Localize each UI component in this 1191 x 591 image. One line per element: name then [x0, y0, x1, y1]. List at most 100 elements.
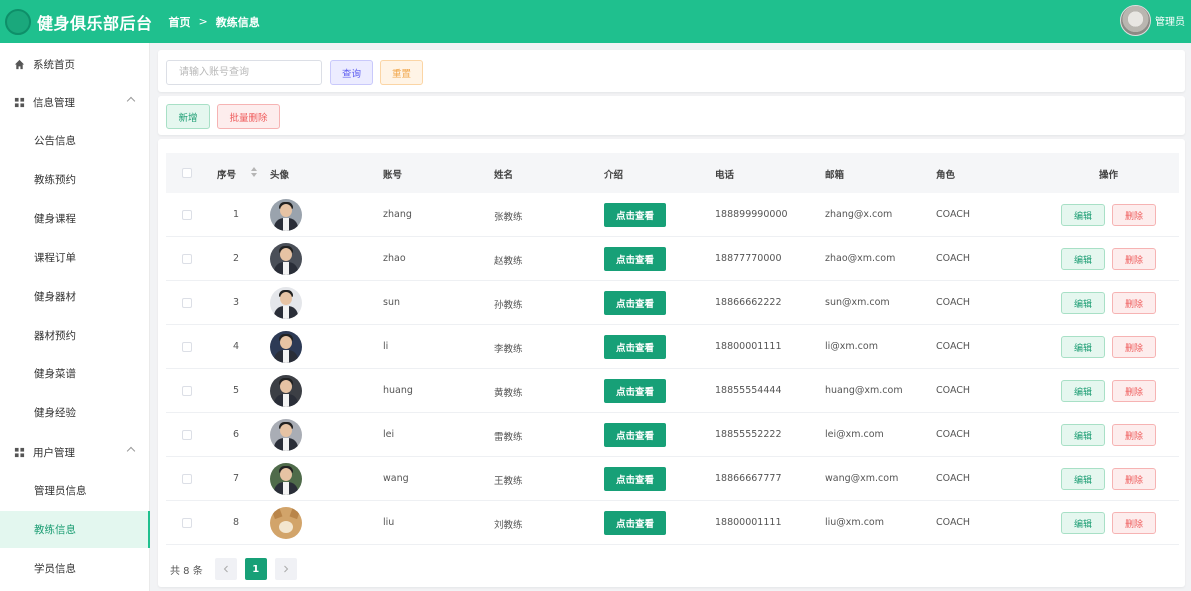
row-index: 8 [233, 517, 240, 528]
edit-button[interactable]: 编辑 [1061, 380, 1105, 402]
view-intro-button[interactable]: 点击查看 [604, 423, 666, 447]
query-button[interactable]: 查询 [330, 60, 373, 85]
table-header: 序号 头像 账号 姓名 介绍 电话 邮箱 角色 操作 [166, 153, 1179, 193]
table-row: 8 liu 刘教练 点击查看 18800001111 liu@xm.com CO… [166, 501, 1179, 545]
row-checkbox[interactable] [182, 210, 192, 220]
row-account: lei [383, 429, 395, 440]
delete-button[interactable]: 删除 [1112, 468, 1156, 490]
sidebar-item-home[interactable]: 系统首页 [0, 46, 150, 83]
delete-button[interactable]: 删除 [1112, 204, 1156, 226]
delete-button[interactable]: 删除 [1112, 380, 1156, 402]
row-email: lei@xm.com [825, 429, 884, 440]
col-index[interactable]: 序号 [217, 167, 236, 181]
edit-button[interactable]: 编辑 [1061, 468, 1105, 490]
sidebar-group-info[interactable]: 信息管理 [0, 84, 150, 121]
breadcrumb-current: 教练信息 [215, 15, 260, 29]
row-account: liu [383, 517, 395, 528]
user-menu[interactable]: 管理员 [1120, 5, 1185, 36]
edit-button[interactable]: 编辑 [1061, 204, 1105, 226]
view-intro-button[interactable]: 点击查看 [604, 335, 666, 359]
row-checkbox[interactable] [182, 386, 192, 396]
edit-button[interactable]: 编辑 [1061, 424, 1105, 446]
row-checkbox[interactable] [182, 298, 192, 308]
row-role: COACH [936, 209, 971, 220]
sidebar-item-coach-booking[interactable]: 教练预约 [0, 161, 150, 198]
row-name: 黄教练 [494, 388, 523, 399]
delete-button[interactable]: 删除 [1112, 336, 1156, 358]
table-row: 2 zhao 赵教练 点击查看 18877770000 zhao@xm.com … [166, 237, 1179, 281]
add-button[interactable]: 新增 [166, 104, 210, 129]
table-row: 1 zhang 张教练 点击查看 188899990000 zhang@x.co… [166, 193, 1179, 237]
sidebar-item-coaches[interactable]: 教练信息 [0, 511, 150, 548]
sidebar-item-equipment-booking[interactable]: 器材预约 [0, 317, 150, 354]
view-intro-button[interactable]: 点击查看 [604, 247, 666, 271]
sort-icon[interactable] [251, 165, 257, 179]
sidebar-item-recipes[interactable]: 健身菜谱 [0, 355, 150, 392]
row-checkbox[interactable] [182, 254, 192, 264]
prev-page-button[interactable] [214, 558, 237, 580]
edit-button[interactable]: 编辑 [1061, 292, 1105, 314]
row-account: huang [383, 385, 413, 396]
edit-button[interactable]: 编辑 [1061, 512, 1105, 534]
page-1-button[interactable]: 1 [244, 558, 267, 580]
user-avatar[interactable] [1120, 5, 1151, 36]
table-row: 6 lei 雷教练 点击查看 18855552222 lei@xm.com CO… [166, 413, 1179, 457]
row-name: 王教练 [494, 476, 523, 487]
row-account: zhao [383, 253, 406, 264]
user-name[interactable]: 管理员 [1155, 13, 1185, 28]
col-name: 姓名 [494, 170, 514, 181]
sidebar-item-orders[interactable]: 课程订单 [0, 239, 150, 276]
row-checkbox[interactable] [182, 518, 192, 528]
app-title: 健身俱乐部后台 [37, 13, 153, 33]
view-intro-button[interactable]: 点击查看 [604, 291, 666, 315]
avatar [270, 375, 302, 407]
row-phone: 18855554444 [715, 385, 782, 396]
chevron-up-icon [126, 446, 136, 456]
row-name: 刘教练 [494, 520, 523, 531]
avatar [270, 507, 302, 539]
select-all-checkbox[interactable] [182, 168, 192, 178]
delete-button[interactable]: 删除 [1112, 292, 1156, 314]
grid-icon [13, 97, 25, 109]
row-phone: 188899990000 [715, 209, 788, 220]
sidebar-item-experience[interactable]: 健身经验 [0, 394, 150, 431]
delete-button[interactable]: 删除 [1112, 424, 1156, 446]
sidebar-item-notice[interactable]: 公告信息 [0, 122, 150, 159]
view-intro-button[interactable]: 点击查看 [604, 467, 666, 491]
batch-delete-button[interactable]: 批量删除 [217, 104, 280, 129]
sidebar-item-label: 管理员信息 [34, 485, 87, 497]
row-index: 2 [233, 253, 240, 264]
row-checkbox[interactable] [182, 342, 192, 352]
breadcrumb: 首页 > 教练信息 [169, 14, 260, 30]
sidebar-item-admins[interactable]: 管理员信息 [0, 472, 150, 509]
sidebar-group-users[interactable]: 用户管理 [0, 434, 150, 471]
avatar [270, 463, 302, 495]
breadcrumb-home[interactable]: 首页 [169, 14, 191, 30]
view-intro-button[interactable]: 点击查看 [604, 203, 666, 227]
search-input[interactable] [166, 60, 322, 85]
row-email: zhang@x.com [825, 209, 893, 220]
top-header: 健身俱乐部后台 首页 > 教练信息 管理员 [0, 0, 1191, 43]
row-role: COACH [936, 297, 971, 308]
reset-button[interactable]: 重置 [380, 60, 423, 85]
row-role: COACH [936, 253, 971, 264]
delete-button[interactable]: 删除 [1112, 248, 1156, 270]
edit-button[interactable]: 编辑 [1061, 336, 1105, 358]
row-phone: 18866667777 [715, 473, 782, 484]
view-intro-button[interactable]: 点击查看 [604, 379, 666, 403]
sidebar-item-equipment[interactable]: 健身器材 [0, 278, 150, 315]
table-panel: 序号 头像 账号 姓名 介绍 电话 邮箱 角色 操作 1 zhang 张教练 点… [158, 139, 1185, 587]
avatar [270, 419, 302, 451]
edit-button[interactable]: 编辑 [1061, 248, 1105, 270]
pagination: 共 8 条 1 [170, 558, 305, 580]
sidebar-item-courses[interactable]: 健身课程 [0, 200, 150, 237]
delete-button[interactable]: 删除 [1112, 512, 1156, 534]
sidebar-item-members[interactable]: 学员信息 [0, 550, 150, 587]
row-account: li [383, 341, 389, 352]
row-account: wang [383, 473, 409, 484]
row-checkbox[interactable] [182, 474, 192, 484]
view-intro-button[interactable]: 点击查看 [604, 511, 666, 535]
row-checkbox[interactable] [182, 430, 192, 440]
next-page-button[interactable] [274, 558, 297, 580]
avatar [270, 243, 302, 275]
